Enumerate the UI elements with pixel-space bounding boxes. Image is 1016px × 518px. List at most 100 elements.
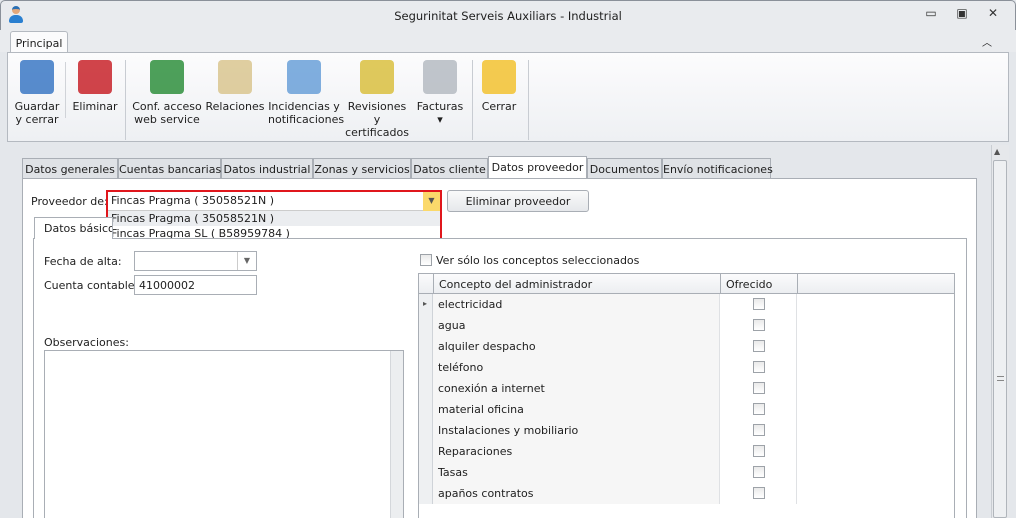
eliminar-button[interactable]: Eliminar	[68, 58, 122, 113]
row-indicator	[419, 420, 433, 441]
table-row[interactable]: teléfono	[419, 357, 797, 378]
concepto-cell: Tasas	[433, 462, 720, 483]
ofrecido-checkbox[interactable]	[753, 487, 765, 499]
minimize-icon[interactable]: ▭	[921, 6, 941, 24]
floppy-disk-icon	[20, 60, 54, 94]
concepto-cell: conexión a internet	[433, 378, 720, 399]
ribbon-group-divider	[528, 60, 529, 140]
concepto-cell: teléfono	[433, 357, 720, 378]
table-row[interactable]: Reparaciones	[419, 441, 797, 462]
eliminar-proveedor-button[interactable]: Eliminar proveedor	[447, 190, 589, 212]
close-icon[interactable]: ✕	[983, 6, 1003, 24]
tab-7[interactable]: Envío notificaciones	[662, 158, 773, 179]
table-row[interactable]: apaños contratos	[419, 483, 797, 504]
ofrecido-cell	[720, 483, 797, 504]
table-row[interactable]: Tasas	[419, 462, 797, 483]
concepto-cell: apaños contratos	[433, 483, 720, 504]
restore-icon[interactable]: ▣	[952, 6, 972, 24]
ofrecido-cell	[720, 315, 797, 336]
ofrecido-checkbox[interactable]	[753, 319, 765, 331]
ofrecido-checkbox[interactable]	[753, 361, 765, 373]
textarea-scrollbar[interactable]	[390, 351, 403, 518]
concepto-cell: electricidad	[433, 294, 720, 315]
ofrecido-cell	[720, 420, 797, 441]
cerrar-button[interactable]: Cerrar	[476, 58, 522, 113]
table-row[interactable]: alquiler despacho	[419, 336, 797, 357]
id-cards-icon	[218, 60, 252, 94]
ofrecido-checkbox[interactable]	[753, 424, 765, 436]
ofrecido-checkbox[interactable]	[753, 298, 765, 310]
ribbon-tab-principal[interactable]: Principal	[10, 31, 68, 53]
table-row[interactable]: Instalaciones y mobiliario	[419, 420, 797, 441]
tab-4[interactable]: Datos cliente	[411, 158, 488, 179]
invoice-coins-icon	[423, 60, 457, 94]
row-indicator	[419, 378, 433, 399]
chevron-down-icon[interactable]: ▼	[237, 252, 256, 270]
fecha-alta-label: Fecha de alta:	[44, 255, 122, 268]
table-row[interactable]: conexión a internet	[419, 378, 797, 399]
ofrecido-cell	[720, 294, 797, 315]
column-header-concepto[interactable]: Concepto del administrador	[433, 273, 721, 294]
filter-checkbox[interactable]	[420, 254, 432, 266]
concepto-cell: alquiler despacho	[433, 336, 720, 357]
revisiones-button[interactable]: Revisiones y certificados	[343, 58, 411, 139]
conf-button[interactable]: Conf. acceso web service	[132, 58, 202, 126]
tab-datos-basicos[interactable]: Datos básicos	[34, 217, 113, 239]
scrollbar-thumb[interactable]	[993, 160, 1007, 518]
ofrecido-cell	[720, 462, 797, 483]
tab-3[interactable]: Zonas y servicios	[313, 158, 411, 179]
proveedor-label: Proveedor de:	[31, 195, 108, 208]
notebook-bell-icon	[360, 60, 394, 94]
ribbon-group-divider	[472, 60, 473, 140]
relaciones-button[interactable]: Relaciones	[205, 58, 265, 113]
red-x-icon	[78, 60, 112, 94]
row-indicator	[419, 399, 433, 420]
ofrecido-cell	[720, 357, 797, 378]
tab-1[interactable]: Cuentas bancarias	[118, 158, 221, 179]
incidencias-button[interactable]: Incidencias y notificaciones	[268, 58, 344, 126]
ofrecido-checkbox[interactable]	[753, 382, 765, 394]
concepto-cell: Reparaciones	[433, 441, 720, 462]
row-indicator	[419, 441, 433, 462]
ofrecido-cell	[720, 378, 797, 399]
column-header-ofrecido[interactable]: Ofrecido	[720, 273, 798, 294]
facturas-button[interactable]: Facturas ▾	[413, 58, 467, 126]
globe-gear-icon	[150, 60, 184, 94]
proveedor-combo[interactable]: Fincas Pragma ( 35058521N )	[108, 192, 440, 211]
dropdown-option[interactable]: Fincas Pragma ( 35058521N )	[108, 211, 440, 226]
row-indicator	[419, 336, 433, 357]
ofrecido-cell	[720, 399, 797, 420]
row-indicator	[419, 462, 433, 483]
cuenta-contable-input[interactable]: 41000002	[134, 275, 257, 295]
row-indicator	[419, 315, 433, 336]
column-header-empty	[797, 273, 955, 294]
tab-2[interactable]: Datos industrial	[221, 158, 313, 179]
ofrecido-cell	[720, 336, 797, 357]
table-row[interactable]: ▸ electricidad	[419, 294, 797, 315]
scroll-up-icon[interactable]: ▲	[994, 147, 1000, 156]
table-row[interactable]: material oficina	[419, 399, 797, 420]
ribbon-group-divider	[125, 60, 126, 140]
ofrecido-checkbox[interactable]	[753, 340, 765, 352]
tab-6[interactable]: Documentos	[587, 158, 662, 179]
cuenta-contable-label: Cuenta contable:	[44, 279, 139, 292]
ofrecido-checkbox[interactable]	[753, 403, 765, 415]
folder-arrow-icon	[482, 60, 516, 94]
ofrecido-checkbox[interactable]	[753, 466, 765, 478]
row-indicator: ▸	[419, 294, 433, 315]
filter-label: Ver sólo los conceptos seleccionados	[436, 254, 640, 267]
row-indicator	[419, 357, 433, 378]
grid-indicator-header	[418, 273, 434, 294]
tab-0[interactable]: Datos generales	[22, 158, 118, 179]
ofrecido-checkbox[interactable]	[753, 445, 765, 457]
observaciones-textarea[interactable]	[44, 350, 404, 518]
guardar-button[interactable]: Guardar y cerrar	[10, 58, 64, 126]
clipboard-check-icon	[287, 60, 321, 94]
concepto-cell: material oficina	[433, 399, 720, 420]
ribbon-tab-strip	[0, 30, 1016, 52]
row-indicator	[419, 483, 433, 504]
collapse-ribbon-icon[interactable]: ︿	[982, 34, 992, 49]
tab-5[interactable]: Datos proveedor	[488, 156, 587, 179]
chevron-down-icon[interactable]: ▼	[423, 192, 440, 211]
table-row[interactable]: agua	[419, 315, 797, 336]
